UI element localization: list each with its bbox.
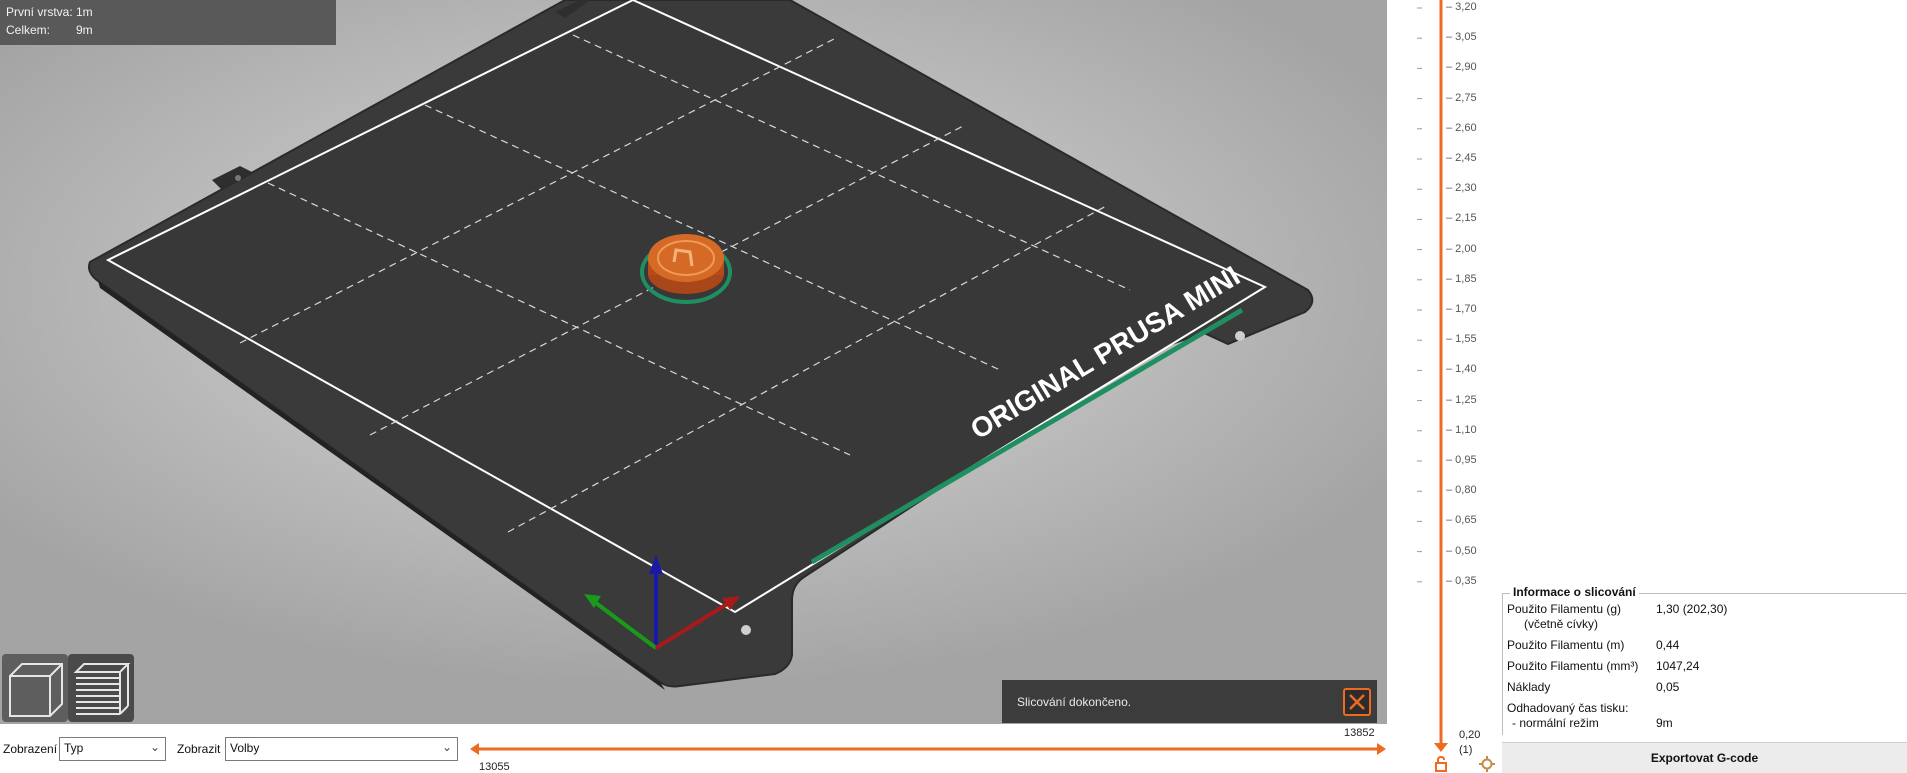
slider-lower-handle — [470, 743, 479, 755]
close-icon — [1349, 694, 1365, 710]
show-options-select[interactable]: Volby ⌄ — [225, 737, 458, 761]
printable-area-border — [105, 0, 1268, 614]
first-layer-label: První vrstva: — [6, 5, 73, 19]
layer-tick-label: – 0,95 — [1446, 454, 1477, 466]
view-3d-button[interactable] — [2, 654, 68, 722]
layer-tick-label: – 2,60 — [1446, 121, 1477, 134]
cost-value: 0,05 — [1656, 680, 1680, 694]
3d-viewport[interactable]: ORIGINAL PRUSA MINI První vrstva: 1m Cel… — [0, 0, 1387, 724]
layer-tick-label: – 1,55 — [1446, 333, 1477, 346]
layer-tick-label: – 3,05 — [1446, 31, 1477, 44]
chevron-down-icon: ⌄ — [441, 740, 452, 754]
layer-slider-lower-handle — [1434, 743, 1448, 752]
right-sidebar: – 3,20 – 3,05 – 2,90 – 2,75 – 2,60 – 2,45 – 2,… — [1387, 0, 1907, 773]
layer-tick-label: – 0,35 — [1446, 574, 1477, 587]
normal-mode-value: 9m — [1656, 716, 1673, 730]
show-options-label: Zobrazit — [177, 742, 221, 756]
filament-g-label: Použito Filamentu (g) — [1507, 602, 1622, 616]
print-bed-scene: ORIGINAL PRUSA MINI — [88, 0, 1314, 690]
layer-tick-label: – 2,90 — [1446, 61, 1477, 74]
view-type-value: Typ — [64, 741, 84, 755]
layers-icon — [73, 663, 131, 715]
view-type-label: Zobrazení — [3, 742, 58, 756]
layer-tick-label: – 1,25 — [1446, 393, 1477, 406]
preview-bottom-toolbar: Zobrazení Typ ⌄ Zobrazit Volby ⌄ 13852 1… — [0, 724, 1387, 773]
normal-mode-label: - normální režim — [1512, 716, 1599, 730]
slider-lower-value: 13055 — [479, 761, 510, 773]
notification-close-button[interactable] — [1343, 688, 1371, 716]
total-time-value: 9m — [76, 23, 93, 37]
bed-hole-left — [235, 175, 241, 181]
first-layer-value: 1m — [76, 5, 93, 19]
filament-g-sublabel: (včetně cívky) — [1524, 617, 1599, 631]
bed-hole-right — [1235, 331, 1245, 341]
layer-bottom-value: 0,20 — [1459, 729, 1481, 741]
chevron-down-icon: ⌄ — [149, 740, 160, 754]
slider-upper-value: 13852 — [1344, 727, 1375, 739]
export-gcode-button[interactable]: Exportovat G-code — [1502, 742, 1907, 773]
cube-icon — [9, 663, 63, 717]
layer-tick-label: – 2,00 — [1446, 242, 1477, 255]
horizontal-move-slider[interactable] — [468, 724, 1388, 773]
prusaslicer-preview: ORIGINAL PRUSA MINI První vrstva: 1m Cel… — [0, 0, 1907, 773]
layer-tick-label: – 1,70 — [1446, 303, 1477, 315]
layer-tick-label: – 2,45 — [1446, 152, 1477, 164]
filament-mm3-value: 1047,24 — [1656, 659, 1700, 673]
layer-tick-label: – 1,85 — [1446, 272, 1477, 285]
notification-text: Slicování dokončeno. — [1017, 694, 1132, 709]
lock-icon[interactable] — [1434, 756, 1448, 772]
filament-m-label: Použito Filamentu (m) — [1507, 638, 1625, 652]
layer-slider[interactable] — [1387, 0, 1507, 773]
filament-mm3-label: Použito Filamentu (mm³) — [1507, 659, 1639, 673]
filament-g-value: 1,30 (202,30) — [1656, 602, 1728, 616]
layer-bottom-index: (1) — [1459, 744, 1473, 756]
layer-tick-label: – 2,30 — [1446, 182, 1477, 195]
slicing-info-panel: Informace o slicování Použito Filamentu … — [1502, 585, 1907, 735]
gear-icon[interactable] — [1479, 756, 1495, 772]
layer-tick-label: – 1,10 — [1446, 423, 1477, 436]
view-type-select[interactable]: Typ ⌄ — [59, 737, 166, 761]
layer-tick-label: – 1,40 — [1446, 363, 1477, 376]
layer-tick-label: – 2,15 — [1446, 212, 1477, 225]
slicing-info-title: Informace o slicování — [1510, 585, 1639, 599]
cost-label: Náklady — [1507, 680, 1551, 694]
layer-tick-label: – 0,65 — [1446, 514, 1477, 527]
layer-tick-label: – 0,80 — [1446, 484, 1477, 497]
total-time-label: Celkem: — [6, 23, 51, 37]
layer-tick-label: – 3,20 — [1446, 1, 1477, 13]
sliced-object[interactable] — [640, 234, 732, 304]
filament-m-value: 0,44 — [1656, 638, 1680, 652]
layer-tick-label: – 0,50 — [1446, 544, 1477, 557]
bed-hole-bottom — [741, 625, 751, 635]
print-stats-overlay: První vrstva: 1m Celkem: 9m — [0, 0, 336, 45]
print-time-label: Odhadovaný čas tisku: — [1507, 701, 1629, 715]
slider-upper-handle — [1377, 743, 1386, 755]
slicing-notification: Slicování dokončeno. — [1002, 680, 1377, 723]
view-layers-button[interactable] — [68, 654, 134, 722]
layer-tick-label: – 2,75 — [1446, 91, 1477, 104]
export-gcode-label: Exportovat G-code — [1650, 751, 1759, 765]
show-options-value: Volby — [230, 741, 260, 755]
